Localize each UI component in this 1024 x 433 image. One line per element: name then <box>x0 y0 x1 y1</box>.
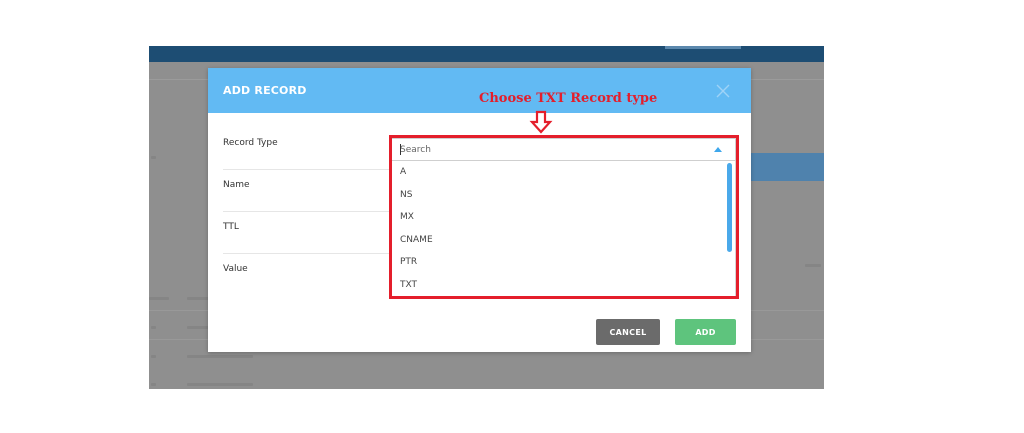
faint-text <box>149 297 169 300</box>
screenshot-page: ADD RECORD Record Type Name TTL Value A … <box>0 0 1024 433</box>
faint-text <box>151 383 156 386</box>
add-button[interactable]: ADD <box>675 319 736 345</box>
down-arrow-icon <box>529 110 553 134</box>
option-txt[interactable]: TXT <box>400 275 720 295</box>
search-input[interactable] <box>400 143 700 157</box>
option-a[interactable]: A <box>400 162 720 182</box>
ttl-label: TTL <box>223 222 239 232</box>
faint-text <box>151 355 156 358</box>
faint-text <box>151 156 156 159</box>
faint-text <box>805 264 821 267</box>
row-divider <box>223 211 395 212</box>
option-ptr[interactable]: PTR <box>400 252 720 272</box>
faint-text <box>187 326 209 329</box>
record-type-label: Record Type <box>223 138 278 148</box>
faint-text <box>187 355 253 358</box>
dropdown-scrollbar[interactable] <box>727 163 732 252</box>
value-label: Value <box>223 264 248 274</box>
faint-text <box>187 297 209 300</box>
app-header-button <box>665 46 741 49</box>
chevron-up-icon[interactable] <box>714 147 722 152</box>
faint-text <box>187 383 253 386</box>
option-cname[interactable]: CNAME <box>400 230 720 250</box>
text-caret <box>400 144 401 155</box>
option-ns[interactable]: NS <box>400 185 720 205</box>
app-action-band <box>750 153 824 181</box>
modal-title: ADD RECORD <box>223 84 307 97</box>
record-type-select[interactable] <box>391 138 736 161</box>
annotation-text: Choose TXT Record type <box>479 91 658 106</box>
row-divider <box>223 253 395 254</box>
record-type-options: A NS MX CNAME PTR TXT <box>391 161 736 298</box>
row-divider <box>223 169 395 170</box>
app-header-bar <box>149 46 824 62</box>
name-label: Name <box>223 180 250 190</box>
add-record-modal: ADD RECORD Record Type Name TTL Value A … <box>208 68 751 352</box>
cancel-button[interactable]: CANCEL <box>596 319 660 345</box>
option-mx[interactable]: MX <box>400 207 720 227</box>
close-icon[interactable] <box>714 82 732 100</box>
faint-text <box>151 326 156 329</box>
